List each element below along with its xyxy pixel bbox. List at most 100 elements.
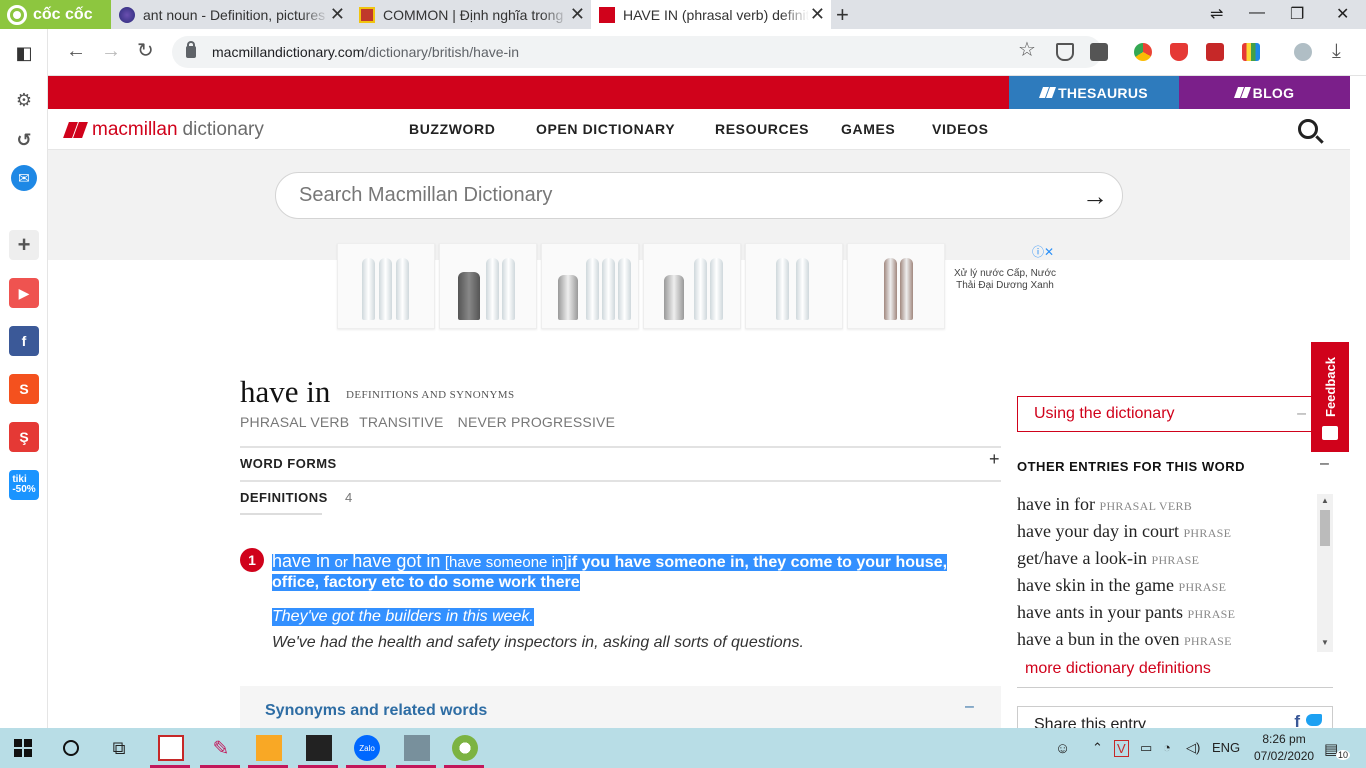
- list-item[interactable]: have a bun in the oven PHRASE: [1017, 629, 1317, 654]
- close-tab-icon[interactable]: ✕: [330, 5, 345, 23]
- ad-info-close-icon[interactable]: ⓘ✕: [1032, 243, 1054, 260]
- more-definitions-link[interactable]: more dictionary definitions: [1025, 660, 1211, 678]
- history-icon[interactable]: ↺: [9, 125, 39, 155]
- entry-word[interactable]: get/have a look-in: [1017, 548, 1147, 568]
- sync-ext-icon[interactable]: [1206, 43, 1224, 61]
- share-panel[interactable]: Share this entry f: [1017, 706, 1333, 728]
- list-item[interactable]: get/have a look-in PHRASE: [1017, 548, 1317, 575]
- other-entries-scrollbar[interactable]: ▲ ▼: [1317, 494, 1333, 652]
- collapse-dash-icon[interactable]: –: [1320, 455, 1329, 473]
- coccoc-taskbar-icon[interactable]: [452, 735, 478, 761]
- windows-start-icon[interactable]: [10, 735, 36, 761]
- tiki-icon[interactable]: tiki -50%: [9, 470, 39, 500]
- using-dictionary-dropdown[interactable]: Using the dictionary –: [1017, 396, 1317, 432]
- entry-word[interactable]: have a bun in the oven: [1017, 629, 1179, 649]
- app-icon[interactable]: [404, 735, 430, 761]
- scroll-up-icon[interactable]: ▲: [1321, 496, 1329, 505]
- language-indicator[interactable]: ENG: [1212, 740, 1240, 755]
- ad-image[interactable]: [643, 243, 741, 329]
- chrome-ext-icon[interactable]: [1134, 43, 1152, 61]
- colorful-ext-icon[interactable]: [1242, 43, 1260, 61]
- nav-open-dictionary[interactable]: OPEN DICTIONARY: [536, 121, 675, 137]
- ad-image[interactable]: [745, 243, 843, 329]
- add-shortcut-icon[interactable]: +: [9, 230, 39, 260]
- people-icon[interactable]: ☺: [1055, 740, 1070, 757]
- blog-link[interactable]: BLOG: [1179, 76, 1350, 109]
- thesaurus-link[interactable]: THESAURUS: [1009, 76, 1179, 109]
- volume-icon[interactable]: ◁): [1186, 740, 1200, 756]
- search-icon[interactable]: [1298, 119, 1318, 139]
- collapse-minus-icon[interactable]: –: [965, 698, 974, 716]
- list-item[interactable]: have in for PHRASAL VERB: [1017, 494, 1317, 521]
- facebook-share-icon[interactable]: f: [1294, 712, 1300, 728]
- ublock-icon[interactable]: [1170, 43, 1188, 61]
- tab-have-in[interactable]: HAVE IN (phrasal verb) definition ✕: [591, 0, 831, 29]
- entry-word[interactable]: have ants in your pants: [1017, 602, 1183, 622]
- close-tab-icon[interactable]: ✕: [570, 5, 585, 23]
- tab-search-icon[interactable]: ⇌: [1210, 4, 1223, 24]
- url-input[interactable]: macmillandictionary.com/dictionary/briti…: [172, 36, 1102, 68]
- entry-word[interactable]: have your day in court: [1017, 521, 1179, 541]
- paint-app-icon[interactable]: ✎: [208, 735, 234, 761]
- messenger-icon[interactable]: ✉: [11, 165, 37, 191]
- ad-text[interactable]: Xử lý nước Cấp, Nước Thải Đại Dương Xanh: [952, 268, 1058, 292]
- ad-image[interactable]: [439, 243, 537, 329]
- search-submit-arrow-icon[interactable]: →: [1082, 183, 1108, 209]
- forward-icon[interactable]: →: [101, 39, 121, 63]
- settings-icon[interactable]: ⚙: [9, 85, 39, 115]
- close-window-icon[interactable]: ✕: [1336, 4, 1349, 24]
- shopee-icon[interactable]: S: [9, 374, 39, 404]
- battery-icon[interactable]: ▭: [1140, 740, 1152, 756]
- download-icon[interactable]: ⤓: [1332, 39, 1341, 63]
- tray-chevron-icon[interactable]: ⌃: [1092, 740, 1103, 756]
- close-tab-icon[interactable]: ✕: [810, 5, 825, 23]
- ad-image[interactable]: [847, 243, 945, 329]
- list-item[interactable]: have ants in your pants PHRASE: [1017, 602, 1317, 629]
- wifi-icon[interactable]: ◔: [1163, 740, 1171, 755]
- shield-icon[interactable]: [1056, 43, 1074, 61]
- profile-avatar[interactable]: [1294, 43, 1312, 61]
- browser-brand[interactable]: cốc cốc: [0, 0, 111, 29]
- facebook-icon[interactable]: f: [9, 326, 39, 356]
- advertisement[interactable]: Xử lý nước Cấp, Nước Thải Đại Dương Xanh…: [337, 243, 1062, 331]
- minimize-icon[interactable]: —: [1249, 4, 1265, 22]
- file-explorer-icon[interactable]: [256, 735, 282, 761]
- nav-buzzword[interactable]: BUZZWORD: [409, 121, 495, 137]
- entry-word[interactable]: have skin in the game: [1017, 575, 1174, 595]
- clock[interactable]: 8:26 pm 07/02/2020: [1254, 731, 1314, 765]
- search-circle-icon[interactable]: [58, 735, 84, 761]
- task-view-icon[interactable]: ⧉: [106, 735, 132, 761]
- expand-plus-icon[interactable]: +: [989, 449, 1000, 470]
- lazada-icon[interactable]: Ş: [9, 422, 39, 452]
- scroll-down-icon[interactable]: ▼: [1321, 638, 1329, 647]
- sidebar-toggle-icon[interactable]: ◧: [9, 38, 39, 68]
- tab-ant[interactable]: ant noun - Definition, pictures ✕: [111, 0, 351, 29]
- synonyms-title[interactable]: Synonyms and related words: [265, 702, 487, 720]
- nav-resources[interactable]: RESOURCES: [715, 121, 809, 137]
- feedback-tab[interactable]: Feedback: [1311, 342, 1349, 452]
- restore-icon[interactable]: ❐: [1290, 4, 1304, 24]
- list-item[interactable]: have skin in the game PHRASE: [1017, 575, 1317, 602]
- nav-games[interactable]: GAMES: [841, 121, 895, 137]
- word-forms-toggle[interactable]: WORD FORMS: [240, 456, 337, 471]
- scroll-thumb[interactable]: [1320, 510, 1330, 546]
- youtube-icon[interactable]: ▶: [9, 278, 39, 308]
- ad-image[interactable]: [541, 243, 639, 329]
- back-icon[interactable]: ←: [66, 39, 86, 63]
- entry-word[interactable]: have in for: [1017, 494, 1095, 514]
- dictionary-search-input[interactable]: Search Macmillan Dictionary →: [275, 172, 1123, 219]
- nav-videos[interactable]: VIDEOS: [932, 121, 989, 137]
- reload-icon[interactable]: ↻: [137, 39, 154, 63]
- bookmark-star-icon[interactable]: ☆: [1018, 38, 1036, 62]
- unikey-icon[interactable]: V: [1114, 740, 1129, 757]
- tab-common[interactable]: COMMON | Định nghĩa trong ✕: [351, 0, 591, 29]
- synonyms-panel[interactable]: Synonyms and related words –: [240, 686, 1001, 728]
- site-logo[interactable]: macmillan dictionary: [64, 119, 264, 141]
- zalo-icon[interactable]: Zalo: [354, 735, 380, 761]
- twitter-share-icon[interactable]: [1306, 714, 1322, 726]
- download-box-icon[interactable]: [1090, 43, 1108, 61]
- list-item[interactable]: have your day in court PHRASE: [1017, 521, 1317, 548]
- teacher-app-icon[interactable]: [158, 735, 184, 761]
- ad-image[interactable]: [337, 243, 435, 329]
- sticky-app-icon[interactable]: [306, 735, 332, 761]
